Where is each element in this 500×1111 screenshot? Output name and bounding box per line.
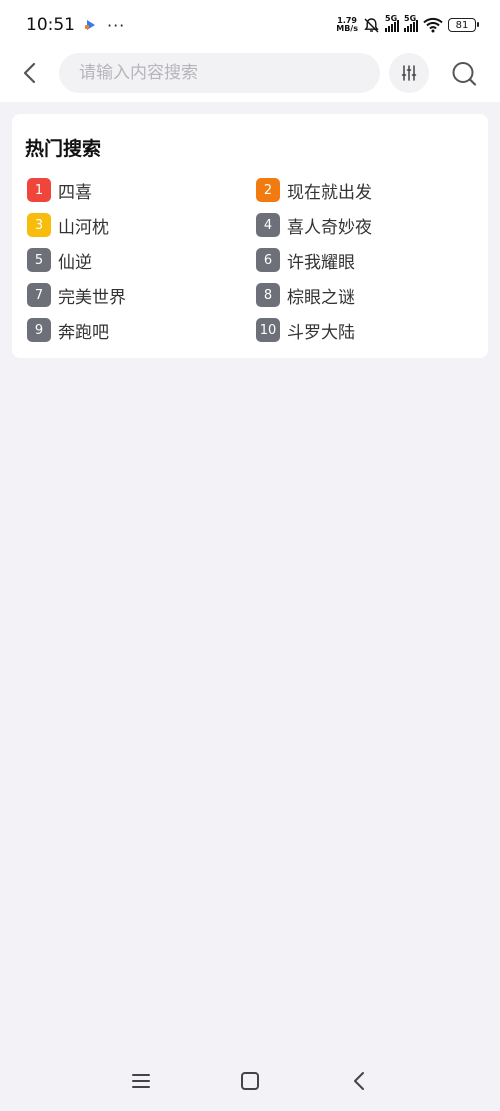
search-icon[interactable]	[450, 60, 478, 88]
hot-search-title: 热门搜索	[25, 138, 102, 160]
rank-badge: 7	[27, 283, 51, 307]
hot-search-item[interactable]: 7 完美世界	[27, 283, 256, 308]
chevron-left-icon[interactable]	[18, 60, 44, 86]
hot-search-list: 1 四喜 2 现在就出发 3 山河枕 4 喜人奇妙夜 5 仙逆 6 许我耀眼 7…	[27, 178, 477, 343]
hot-search-text: 许我耀眼	[287, 252, 355, 273]
hot-search-item[interactable]: 1 四喜	[27, 178, 256, 203]
hot-search-item[interactable]: 8 棕眼之谜	[256, 283, 477, 308]
rank-badge: 4	[256, 213, 280, 237]
status-bar: 10:51 ··· 1.79 MB/s 5G 5G 81	[0, 0, 500, 50]
hot-search-item[interactable]: 2 现在就出发	[256, 178, 477, 203]
hot-search-text: 喜人奇妙夜	[287, 217, 372, 238]
filter-button[interactable]	[389, 53, 429, 93]
hot-search-text: 现在就出发	[287, 182, 372, 203]
battery-level: 81	[455, 19, 469, 31]
mute-bell-icon	[364, 17, 379, 32]
signal-1-label: 5G	[385, 14, 398, 23]
sliders-icon	[401, 65, 417, 81]
hot-search-item[interactable]: 5 仙逆	[27, 248, 256, 273]
hot-search-card: 热门搜索 1 四喜 2 现在就出发 3 山河枕 4 喜人奇妙夜 5 仙逆 6 许…	[12, 114, 488, 358]
rank-badge: 2	[256, 178, 280, 202]
rank-badge: 5	[27, 248, 51, 272]
system-nav-bar	[0, 1055, 500, 1111]
rank-badge: 1	[27, 178, 51, 202]
menu-icon[interactable]	[130, 1070, 152, 1092]
status-time: 10:51	[26, 15, 75, 35]
hot-search-text: 奔跑吧	[58, 322, 109, 343]
app-notification-icon	[85, 19, 97, 31]
home-square-icon[interactable]	[239, 1070, 261, 1092]
search-input[interactable]	[79, 63, 380, 83]
hot-search-text: 四喜	[58, 182, 92, 203]
hot-search-item[interactable]: 3 山河枕	[27, 213, 256, 238]
rank-badge: 8	[256, 283, 280, 307]
search-box[interactable]	[59, 53, 380, 93]
network-speed: 1.79 MB/s	[336, 17, 358, 33]
hot-search-text: 山河枕	[58, 217, 109, 238]
wifi-icon	[423, 17, 443, 33]
rank-badge: 9	[27, 318, 51, 342]
hot-search-text: 仙逆	[58, 252, 92, 273]
signal-2-icon: 5G	[404, 14, 418, 32]
search-header	[0, 50, 500, 102]
hot-search-item[interactable]: 10 斗罗大陆	[256, 318, 477, 343]
hot-search-item[interactable]: 4 喜人奇妙夜	[256, 213, 477, 238]
network-speed-unit: MB/s	[336, 24, 358, 33]
rank-badge: 10	[256, 318, 280, 342]
rank-badge: 3	[27, 213, 51, 237]
back-triangle-icon[interactable]	[349, 1070, 371, 1092]
hot-search-text: 斗罗大陆	[287, 322, 355, 343]
hot-search-text: 完美世界	[58, 287, 126, 308]
more-notifications-icon: ···	[107, 15, 126, 35]
battery-icon: 81	[448, 18, 479, 32]
signal-2-label: 5G	[404, 14, 417, 23]
hot-search-text: 棕眼之谜	[287, 287, 355, 308]
status-indicators: 1.79 MB/s 5G 5G 81	[336, 14, 479, 34]
signal-1-icon: 5G	[385, 14, 399, 32]
hot-search-item[interactable]: 6 许我耀眼	[256, 248, 477, 273]
rank-badge: 6	[256, 248, 280, 272]
hot-search-item[interactable]: 9 奔跑吧	[27, 318, 256, 343]
